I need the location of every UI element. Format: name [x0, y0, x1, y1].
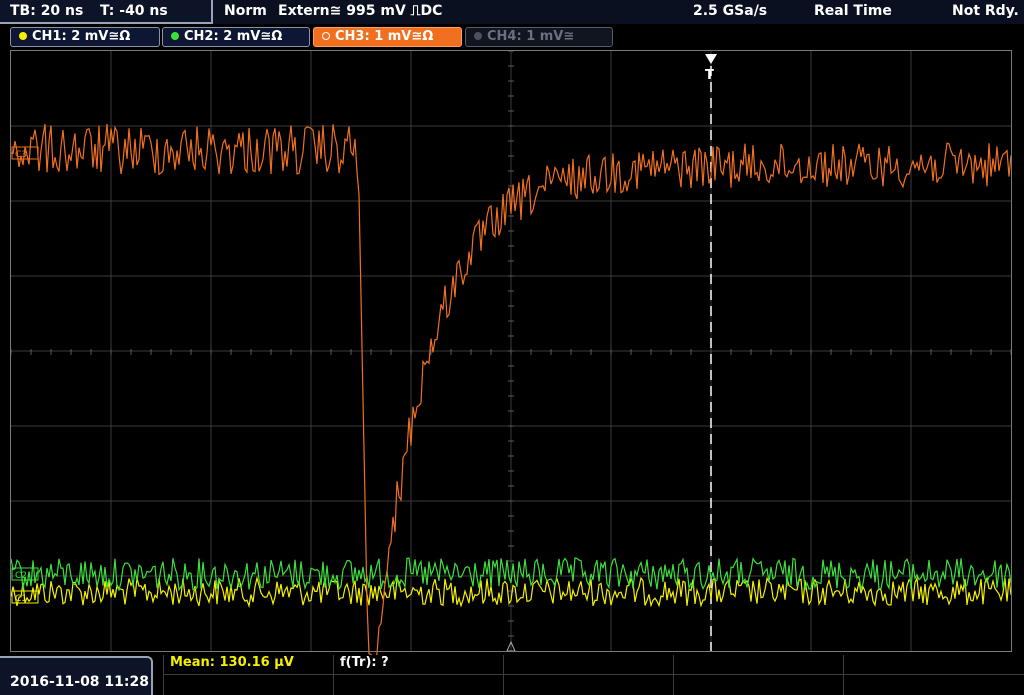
measurement-divider [163, 674, 1024, 675]
measurement-cell-2[interactable]: f(Tr): ? [333, 655, 503, 695]
measurement-cell-4[interactable] [673, 655, 843, 695]
measurement-cell-3[interactable] [503, 655, 673, 695]
measurement-mean: Mean: 130.16 µV [170, 655, 294, 670]
datetime-panel: 2016-11-08 11:28 [0, 656, 153, 695]
measurement-rise-freq: f(Tr): ? [340, 655, 389, 670]
measurement-cell-5[interactable] [843, 655, 1024, 695]
measurement-cell-1[interactable]: Mean: 130.16 µV [163, 655, 333, 695]
datetime: 2016-11-08 11:28 [10, 674, 149, 690]
graticule-frame [10, 50, 1012, 652]
